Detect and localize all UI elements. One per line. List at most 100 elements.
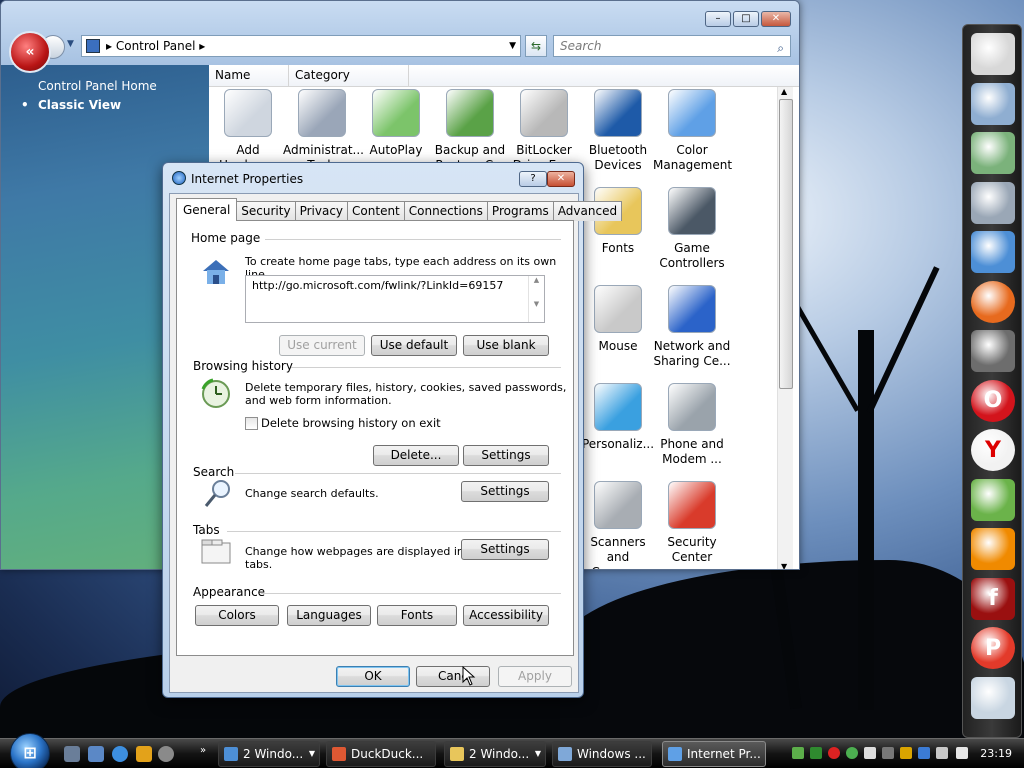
tab-connections[interactable]: Connections bbox=[403, 201, 488, 221]
cancel-button[interactable]: Canc bbox=[416, 666, 490, 687]
sidebar-item-classic-view[interactable]: Classic View bbox=[1, 98, 209, 112]
control-panel-item[interactable]: Backup andRestore C... bbox=[431, 89, 509, 173]
fonts-button[interactable]: Fonts bbox=[377, 605, 457, 626]
use-default-button[interactable]: Use default bbox=[371, 335, 457, 356]
control-panel-item[interactable]: Color Management bbox=[653, 89, 732, 173]
tray-app-icon[interactable] bbox=[792, 747, 804, 759]
help-button[interactable]: ? bbox=[519, 171, 547, 187]
accessibility-button[interactable]: Accessibility bbox=[463, 605, 549, 626]
control-panel-item[interactable]: Network and Sharing Ce... bbox=[653, 285, 731, 369]
document-icon[interactable] bbox=[971, 33, 1015, 75]
recycle-bin-icon[interactable] bbox=[971, 676, 1015, 719]
recent-pages-chevron-down-icon[interactable]: ▼ bbox=[67, 39, 74, 49]
tab-general[interactable]: General bbox=[176, 198, 238, 221]
tray-alert-icon[interactable] bbox=[828, 747, 840, 759]
control-panel-item-label: Cameras bbox=[579, 565, 657, 569]
taskbar-button[interactable]: DuckDuck... bbox=[326, 741, 436, 767]
volume-icon[interactable] bbox=[956, 747, 968, 759]
scrollbar-thumb[interactable] bbox=[779, 99, 793, 389]
raccoon-icon[interactable] bbox=[971, 330, 1015, 372]
folder-icon[interactable] bbox=[971, 82, 1015, 125]
dialog-close-button[interactable]: ✕ bbox=[547, 171, 575, 187]
delete-history-on-exit-label[interactable]: Delete browsing history on exit bbox=[261, 417, 441, 430]
browsing-history-settings-button[interactable]: Settings bbox=[463, 445, 549, 466]
tray-app-icon[interactable] bbox=[900, 747, 912, 759]
close-button[interactable]: ✕ bbox=[761, 11, 791, 27]
delete-button[interactable]: Delete... bbox=[373, 445, 459, 466]
control-panel-item[interactable]: BitLockerDrive En... bbox=[505, 89, 583, 173]
home-page-url-textarea[interactable]: http://go.microsoft.com/fwlink/?LinkId=6… bbox=[245, 275, 545, 323]
clock[interactable]: 23:19 bbox=[980, 747, 1012, 760]
control-panel-item[interactable]: Bluetooth Devices bbox=[579, 89, 657, 173]
search-input[interactable]: Search ⌕ bbox=[553, 35, 791, 57]
scroll-down-icon[interactable]: ▼ bbox=[781, 562, 787, 569]
start-button[interactable]: ⊞ bbox=[10, 733, 50, 768]
control-panel-item[interactable]: Personaliz... bbox=[579, 383, 657, 452]
tab-programs[interactable]: Programs bbox=[486, 201, 554, 221]
vertical-scrollbar[interactable]: ▲ ▼ bbox=[777, 87, 793, 569]
tab-advanced[interactable]: Advanced bbox=[552, 201, 623, 221]
column-header-name[interactable]: Name bbox=[209, 65, 289, 86]
tray-app-icon[interactable] bbox=[810, 747, 822, 759]
address-bar[interactable]: ▸ Control Panel ▸ ▼ bbox=[81, 35, 521, 57]
control-panel-item[interactable]: Scanners andCameras bbox=[579, 481, 657, 569]
control-panel-item[interactable]: AutoPlay bbox=[357, 89, 435, 158]
colors-button[interactable]: Colors bbox=[195, 605, 279, 626]
flash-icon[interactable]: f bbox=[971, 577, 1015, 620]
internet-explorer-icon[interactable] bbox=[112, 746, 128, 762]
show-desktop-icon[interactable] bbox=[64, 746, 80, 762]
address-dropdown-chevron-down-icon[interactable]: ▼ bbox=[509, 41, 516, 51]
minimize-button[interactable]: – bbox=[705, 11, 731, 27]
quick-launch-overflow-icon[interactable]: » bbox=[200, 745, 206, 756]
raccoon-icon[interactable] bbox=[158, 746, 174, 762]
image-editor-icon[interactable] bbox=[971, 478, 1015, 521]
tabs-settings-button[interactable]: Settings bbox=[461, 539, 549, 560]
breadcrumb-control-panel[interactable]: Control Panel bbox=[116, 39, 196, 53]
delete-history-on-exit-checkbox[interactable] bbox=[245, 417, 258, 430]
column-header-category[interactable]: Category bbox=[289, 65, 409, 86]
network-icon[interactable] bbox=[936, 747, 948, 759]
control-panel-item[interactable]: AddHardware bbox=[209, 89, 287, 173]
group-chevron-down-icon[interactable]: ▼ bbox=[535, 742, 541, 766]
taskbar-button[interactable]: 2 Windo... ▼ bbox=[218, 741, 320, 767]
tab-content[interactable]: Content bbox=[347, 201, 405, 221]
tray-security-icon[interactable] bbox=[918, 747, 930, 759]
green-folder-icon[interactable] bbox=[971, 132, 1015, 174]
taskbar-button[interactable]: Internet Pr... bbox=[662, 741, 766, 767]
apply-button[interactable]: Apply bbox=[498, 666, 572, 687]
use-blank-button[interactable]: Use blank bbox=[463, 335, 549, 356]
sidebar-item-control-panel-home[interactable]: Control Panel Home bbox=[1, 79, 209, 93]
scroll-up-icon[interactable]: ▲ bbox=[781, 87, 787, 96]
users-icon[interactable] bbox=[971, 231, 1015, 273]
tray-app-icon[interactable] bbox=[882, 747, 894, 759]
taskbar-button[interactable]: 2 Windo... ▼ bbox=[444, 741, 546, 767]
tray-messenger-icon[interactable] bbox=[846, 747, 858, 759]
search-icon[interactable]: ⌕ bbox=[777, 38, 784, 58]
vlc-icon[interactable] bbox=[971, 528, 1015, 570]
tray-app-icon[interactable] bbox=[864, 747, 876, 759]
group-chevron-down-icon[interactable]: ▼ bbox=[309, 742, 315, 766]
opera-icon[interactable]: O bbox=[971, 379, 1015, 422]
control-panel-item[interactable]: Phone and Modem ... bbox=[653, 383, 731, 467]
ok-button[interactable]: OK bbox=[336, 666, 410, 687]
control-panel-item[interactable]: Administrat...Tools bbox=[283, 89, 364, 173]
control-panel-item[interactable]: Mouse bbox=[579, 285, 657, 354]
control-panel-item[interactable]: Game Controllers bbox=[653, 187, 731, 271]
back-button[interactable]: « bbox=[9, 31, 51, 73]
p-app-icon[interactable]: P bbox=[971, 627, 1015, 669]
maximize-button[interactable]: □ bbox=[733, 11, 759, 27]
taskbar-button[interactable]: Windows ... bbox=[552, 741, 652, 767]
languages-button[interactable]: Languages bbox=[287, 605, 371, 626]
tab-privacy[interactable]: Privacy bbox=[294, 201, 349, 221]
documents-folder-icon[interactable] bbox=[971, 181, 1015, 224]
textarea-scrollbar[interactable]: ▲ ▼ bbox=[528, 276, 544, 322]
search-settings-button[interactable]: Settings bbox=[461, 481, 549, 502]
firefox-icon[interactable] bbox=[971, 280, 1015, 323]
media-player-icon[interactable] bbox=[136, 746, 152, 762]
yandex-icon[interactable]: Y bbox=[971, 429, 1015, 471]
refresh-button[interactable]: ⇆ bbox=[525, 35, 547, 57]
control-panel-item[interactable]: Security Center bbox=[653, 481, 731, 565]
switch-windows-icon[interactable] bbox=[88, 746, 104, 762]
tab-security[interactable]: Security bbox=[236, 201, 296, 221]
use-current-button[interactable]: Use current bbox=[279, 335, 365, 356]
